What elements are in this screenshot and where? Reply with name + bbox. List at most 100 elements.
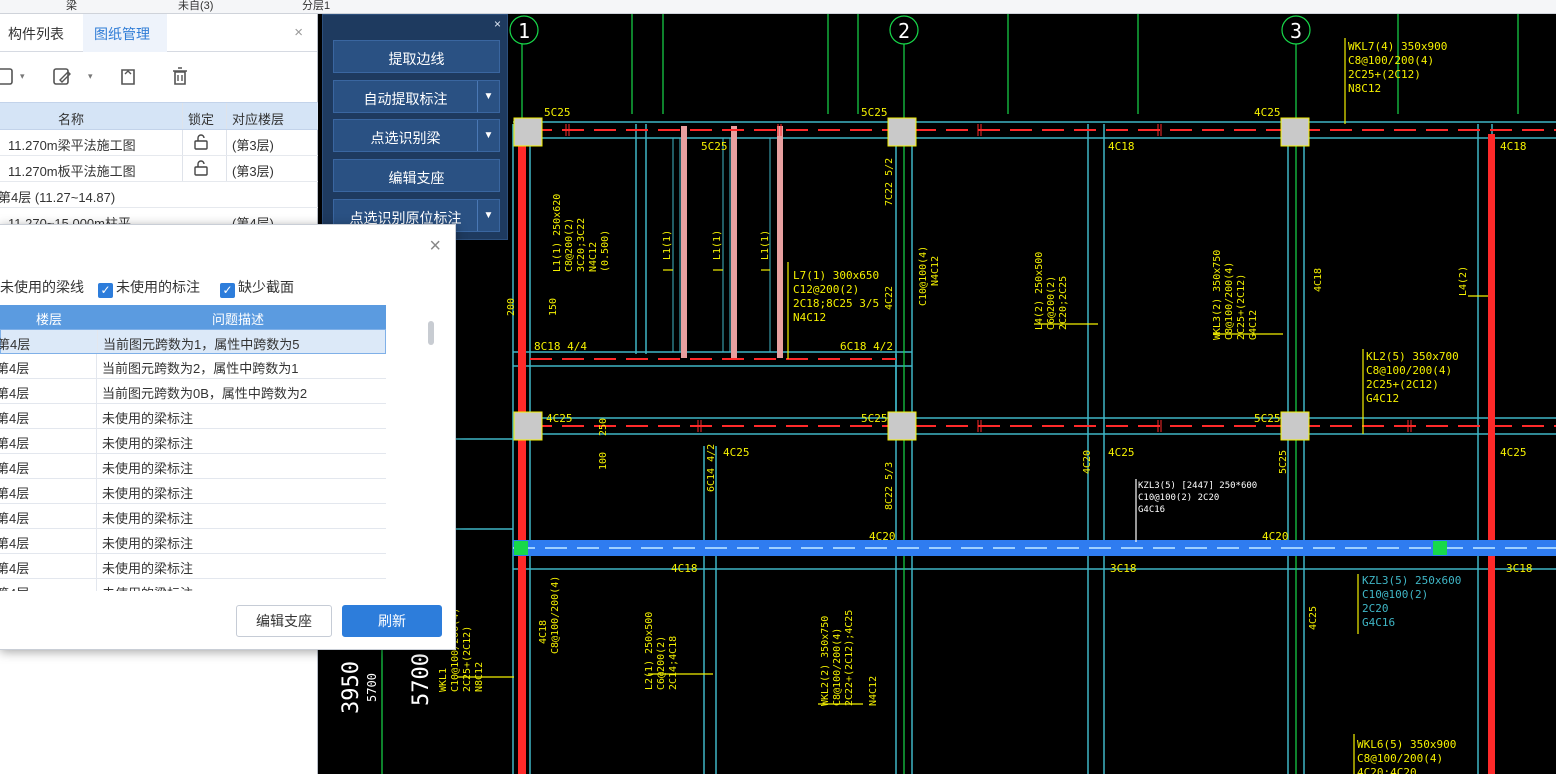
wkl7-line3: 2C25+(2C12) bbox=[1348, 68, 1421, 81]
leader-lines bbox=[458, 38, 1488, 774]
issue-row[interactable]: 第4层 当前图元跨数为2，属性中跨数为1 bbox=[0, 354, 386, 379]
column-2-mid[interactable] bbox=[887, 411, 917, 441]
issue-floor: 第4层 bbox=[0, 361, 30, 376]
grip-left[interactable] bbox=[514, 541, 528, 555]
axis-label-3: 3 bbox=[1290, 19, 1302, 43]
issue-row[interactable]: 第4层 未使用的梁标注 bbox=[0, 429, 386, 454]
beam-pink-1[interactable] bbox=[681, 126, 687, 358]
issue-row[interactable]: 第4层 未使用的梁标注 bbox=[0, 404, 386, 429]
drawing-table: 名称 锁定 对应楼层 11.270m梁平法施工图 (第3层) 11.270m板平… bbox=[0, 102, 318, 234]
chevron-down-icon[interactable]: ▼ bbox=[477, 81, 499, 112]
v-6c14: 6C14 4/2 bbox=[706, 444, 717, 492]
v-250: 250 bbox=[598, 418, 609, 436]
v-l1s2: L1(1) bbox=[712, 230, 723, 260]
menu-close-icon[interactable]: × bbox=[494, 17, 501, 31]
split-drawing-icon[interactable] bbox=[116, 64, 140, 88]
auto-extract-label: 自动提取标注 bbox=[363, 91, 448, 107]
col-lock: 锁定 bbox=[188, 112, 215, 127]
close-icon[interactable]: × bbox=[429, 235, 441, 258]
beam-pink-3[interactable] bbox=[777, 126, 783, 358]
column-1-mid[interactable] bbox=[513, 411, 543, 441]
mark-mid-3: 5C25 bbox=[1254, 412, 1281, 425]
v-l1a: L1(1) 250x620 bbox=[552, 194, 563, 272]
chk-missing-section[interactable]: ✓ 缺少截面 bbox=[220, 277, 294, 298]
drawing-name: 11.270m板平法施工图 bbox=[8, 164, 136, 179]
scrollbar-thumb[interactable] bbox=[428, 321, 434, 345]
chk-unused-beam-lines[interactable]: 未使用的梁线 bbox=[0, 277, 84, 297]
top-strip-text-1: 梁 bbox=[66, 0, 77, 12]
column-2-top[interactable] bbox=[887, 117, 917, 147]
edit-support-button[interactable]: 编辑支座 bbox=[333, 159, 500, 192]
auto-extract-annotation-button[interactable]: 自动提取标注 ▼ bbox=[333, 80, 500, 113]
drawing-row[interactable]: 11.270m梁平法施工图 (第3层) bbox=[0, 130, 318, 156]
v-100: 100 bbox=[598, 452, 609, 470]
edit-support-label: 编辑支座 bbox=[388, 170, 445, 186]
col-desc: 问题描述 bbox=[212, 312, 265, 327]
v-l4b: C6@200(2) bbox=[1046, 276, 1057, 330]
edit-drawing-icon[interactable] bbox=[50, 64, 74, 88]
edit-support-dialog-button[interactable]: 编辑支座 bbox=[236, 605, 332, 637]
extract-edge-button[interactable]: 提取边线 bbox=[333, 40, 500, 73]
beam-red-left[interactable] bbox=[518, 134, 526, 774]
kzl3w-line1: KZL3(5) [2447] 250*600 bbox=[1138, 481, 1257, 491]
issue-row[interactable]: 第4层 未使用的梁标注 bbox=[0, 454, 386, 479]
v-wk1a: WKL1 bbox=[438, 668, 449, 692]
column-1-top[interactable] bbox=[513, 117, 543, 147]
issue-table-header: 楼层 问题描述 bbox=[0, 305, 386, 329]
mark-top-3: 4C25 bbox=[1254, 106, 1281, 119]
issue-row[interactable]: 第4层 未使用的梁标注 bbox=[0, 554, 386, 579]
issue-row[interactable]: 第4层 未使用的梁标注 bbox=[0, 504, 386, 529]
chevron-down-icon[interactable]: ▼ bbox=[477, 200, 499, 231]
mark-row-1: 8C18 4/4 bbox=[534, 340, 587, 353]
issue-row[interactable]: 第4层 未使用的梁标注 bbox=[0, 529, 386, 554]
v-l4r: L4(2) bbox=[1458, 266, 1469, 296]
mark-low-2: 4C20 bbox=[869, 530, 896, 543]
beam-red-right[interactable] bbox=[1488, 134, 1495, 774]
chevron-down-icon[interactable]: ▼ bbox=[477, 120, 499, 151]
chk-unused-annotations-label: 未使用的标注 bbox=[116, 279, 200, 295]
lock-icon[interactable] bbox=[192, 159, 210, 180]
beam-pink-2[interactable] bbox=[731, 126, 737, 358]
mark-row-2: 6C18 4/2 bbox=[840, 340, 893, 353]
column-3-mid[interactable] bbox=[1280, 411, 1310, 441]
pick-recognize-beam-button[interactable]: 点选识别梁 ▼ bbox=[333, 119, 500, 152]
delete-icon[interactable] bbox=[168, 64, 192, 88]
annotations-white: KZL3(5) [2447] 250*600 C10@100(2) 2C20 G… bbox=[1138, 481, 1257, 515]
add-drawing-icon[interactable] bbox=[0, 64, 18, 88]
drawing-table-header: 名称 锁定 对应楼层 bbox=[0, 102, 318, 130]
v-wk2c: 2C22+(2C12);4C25 bbox=[844, 610, 855, 706]
floor-group-row[interactable]: 第4层 (11.27~14.87) bbox=[0, 182, 318, 208]
refresh-button[interactable]: 刷新 bbox=[342, 605, 442, 637]
column-3-top[interactable] bbox=[1280, 117, 1310, 147]
issue-row[interactable]: 第4层 当前图元跨数为1，属性中跨数为5 bbox=[0, 329, 386, 354]
pick-recognize-label: 点选识别梁 bbox=[370, 130, 441, 146]
chevron-down-icon-2[interactable]: ▾ bbox=[88, 71, 96, 81]
tab-drawing-manager[interactable]: 图纸管理 bbox=[94, 24, 150, 44]
checkbox-checked-icon[interactable]: ✓ bbox=[220, 283, 235, 298]
dim-5700-small: 5700 bbox=[365, 673, 379, 702]
panel-close-icon[interactable]: × bbox=[294, 24, 303, 41]
v-w3b: C8@100/200(4) bbox=[1224, 262, 1235, 340]
kzl3w-line2: C10@100(2) 2C20 bbox=[1138, 493, 1219, 503]
top-strip: 梁 未自(3) 分层1 bbox=[0, 0, 1556, 14]
issue-row[interactable]: 第4层 当前图元跨数为0B，属性中跨数为2 bbox=[0, 379, 386, 404]
chevron-down-icon[interactable]: ▾ bbox=[20, 71, 28, 81]
issue-row[interactable]: 第4层 未使用的梁标注 bbox=[0, 579, 386, 591]
issue-row[interactable]: 第4层 未使用的梁标注 bbox=[0, 479, 386, 504]
issue-floor: 第4层 bbox=[0, 561, 30, 576]
issue-floor: 第4层 bbox=[0, 386, 30, 401]
chk-unused-annotations[interactable]: ✓ 未使用的标注 bbox=[98, 277, 200, 298]
checkbox-checked-icon[interactable]: ✓ bbox=[98, 283, 113, 298]
v-wk1c: 2C25+(2C12) bbox=[462, 626, 473, 692]
tab-component-list[interactable]: 构件列表 bbox=[8, 24, 64, 44]
lock-icon[interactable] bbox=[192, 133, 210, 154]
v-4c18b: 4C18 bbox=[538, 620, 549, 644]
mark-low-1: 4C18 bbox=[671, 562, 698, 575]
drawing-row[interactable]: 11.270m板平法施工图 (第3层) bbox=[0, 156, 318, 182]
drawing-name: 11.270m梁平法施工图 bbox=[8, 138, 136, 153]
mark-mid-4: 4C25 bbox=[723, 446, 750, 459]
top-strip-text-3: 分层1 bbox=[302, 0, 331, 12]
grip-right[interactable] bbox=[1433, 541, 1447, 555]
v-4c25: 4C25 bbox=[1308, 606, 1319, 630]
v-l2a: L2(1) 250x500 bbox=[644, 612, 655, 690]
